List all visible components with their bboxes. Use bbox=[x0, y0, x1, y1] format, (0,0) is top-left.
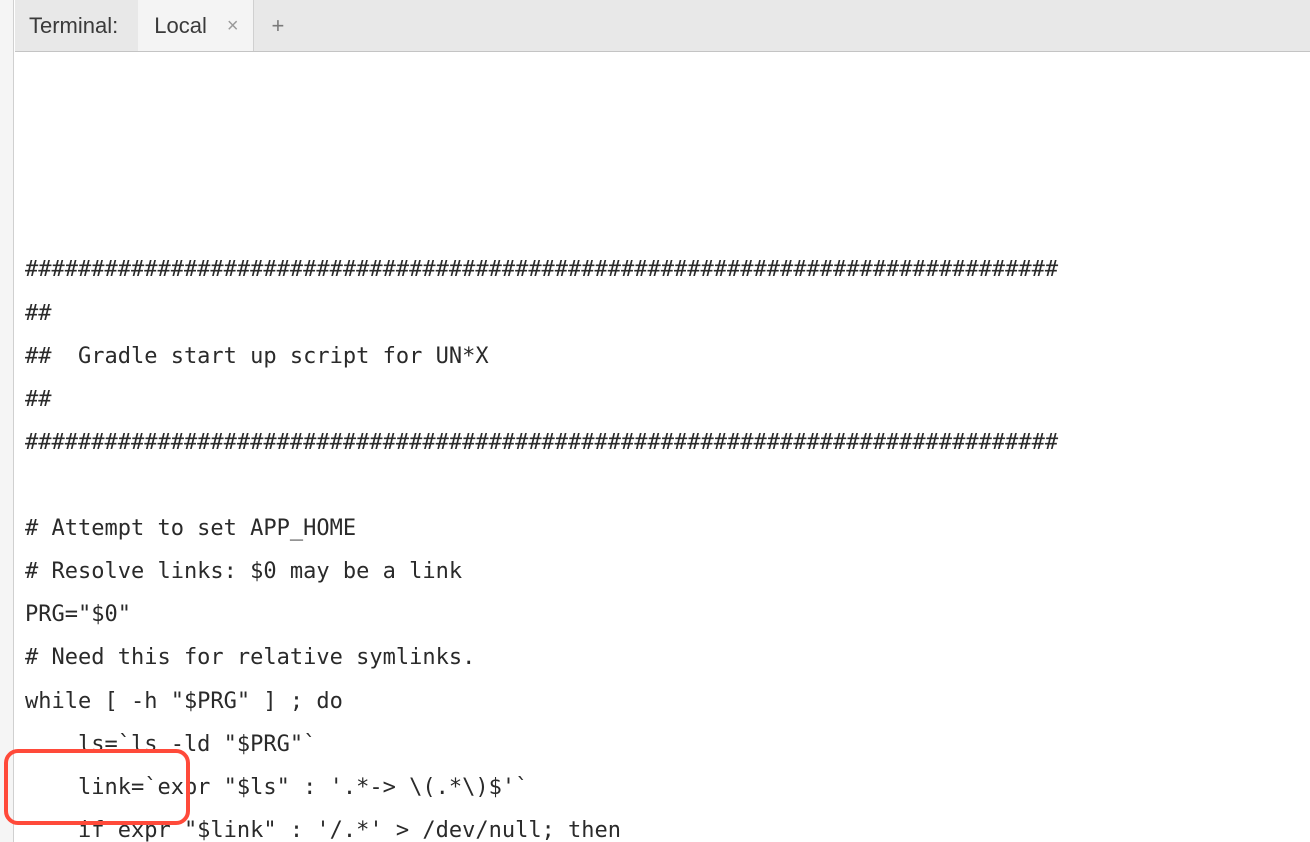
terminal-line: # Attempt to set APP_HOME bbox=[25, 507, 1300, 550]
terminal-panel: Terminal: Local × + ####################… bbox=[0, 0, 1310, 842]
terminal-line: # Need this for relative symlinks. bbox=[25, 636, 1300, 679]
terminal-line bbox=[25, 464, 1300, 507]
terminal-content[interactable]: ########################################… bbox=[15, 52, 1310, 842]
tab-label: Local bbox=[154, 13, 207, 39]
tab-bar-title: Terminal: bbox=[15, 13, 138, 39]
terminal-line: link=`expr "$ls" : '.*-> \(.*\)$'` bbox=[25, 766, 1300, 809]
terminal-line: ls=`ls -ld "$PRG"` bbox=[25, 723, 1300, 766]
terminal-line: PRG="$0" bbox=[25, 593, 1300, 636]
tab-bar: Terminal: Local × + bbox=[15, 0, 1310, 52]
left-gutter bbox=[0, 0, 14, 842]
terminal-line: ## bbox=[25, 292, 1300, 335]
terminal-line: ########################################… bbox=[25, 421, 1300, 464]
close-icon[interactable]: × bbox=[221, 16, 245, 36]
terminal-line: ## Gradle start up script for UN*X bbox=[25, 335, 1300, 378]
add-tab-button[interactable]: + bbox=[254, 13, 303, 39]
terminal-tab-local[interactable]: Local × bbox=[138, 0, 253, 51]
terminal-line: # Resolve links: $0 may be a link bbox=[25, 550, 1300, 593]
terminal-line: ########################################… bbox=[25, 248, 1300, 291]
terminal-line bbox=[25, 205, 1300, 248]
terminal-line: ## bbox=[25, 378, 1300, 421]
terminal-line: while [ -h "$PRG" ] ; do bbox=[25, 680, 1300, 723]
terminal-line: if expr "$link" : '/.*' > /dev/null; the… bbox=[25, 809, 1300, 842]
